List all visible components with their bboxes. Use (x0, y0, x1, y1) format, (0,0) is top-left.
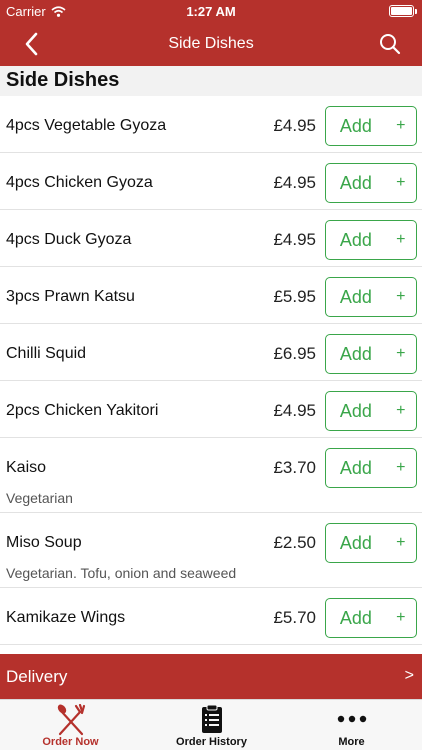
add-button-label: Add (339, 401, 372, 421)
item-price: £4.95 (273, 401, 316, 420)
delivery-label: Delivery (6, 667, 68, 686)
menu-item: 4pcs Vegetable Gyoza £4.95 Add + (0, 96, 422, 153)
section-title: Side Dishes (6, 69, 120, 91)
add-button-label: Add (339, 344, 372, 364)
item-name: 4pcs Duck Gyoza (6, 231, 132, 248)
add-button-label: Add (339, 458, 372, 478)
item-description: Vegetarian (6, 490, 73, 506)
navigation-bar: Side Dishes (0, 22, 422, 66)
menu-item: Miso Soup Vegetarian. Tofu, onion and se… (0, 513, 422, 588)
item-name: 2pcs Chicken Yakitori (6, 402, 159, 419)
item-name: Kamikaze Wings (6, 609, 126, 626)
status-time: 1:27 AM (186, 4, 236, 19)
item-price: £3.70 (273, 458, 316, 477)
plus-icon: + (396, 288, 406, 305)
plus-icon: + (396, 459, 406, 476)
item-name: 4pcs Chicken Gyoza (6, 174, 153, 191)
menu-item: 4pcs Duck Gyoza £4.95 Add + (0, 210, 422, 267)
add-button[interactable]: Add + (325, 391, 417, 431)
item-price: £5.95 (273, 287, 316, 306)
tab-more[interactable]: More (281, 700, 422, 750)
add-button[interactable]: Add + (325, 334, 417, 374)
menu-item: Kaiso Vegetarian £3.70 Add + (0, 438, 422, 513)
status-bar: Carrier 1:27 AM (0, 0, 422, 22)
item-price: £4.95 (273, 173, 316, 192)
menu-item: Chilli Squid £6.95 Add + (0, 324, 422, 381)
more-dots-icon (337, 715, 366, 723)
item-name: 4pcs Vegetable Gyoza (6, 117, 167, 134)
menu-list: 4pcs Vegetable Gyoza £4.95 Add + 4pcs Ch… (0, 96, 422, 645)
item-name: Miso Soup (6, 534, 82, 551)
item-name: 3pcs Prawn Katsu (6, 288, 135, 305)
fork-knife-icon (57, 704, 85, 736)
tab-label: Order History (176, 736, 247, 748)
plus-icon: + (396, 402, 406, 419)
tab-label: More (338, 736, 365, 748)
tab-order-now[interactable]: Order Now (0, 700, 141, 750)
item-price: £4.95 (273, 116, 316, 135)
add-button-label: Add (339, 230, 372, 250)
chevron-right-icon: > (404, 667, 414, 684)
section-header: Side Dishes (0, 66, 422, 96)
menu-item: Kamikaze Wings £5.70 Add + (0, 588, 422, 645)
add-button[interactable]: Add + (325, 523, 417, 563)
clipboard-icon (201, 704, 222, 733)
item-description: Vegetarian. Tofu, onion and seaweed (6, 565, 237, 581)
item-price: £4.95 (273, 230, 316, 249)
item-name: Kaiso (6, 459, 47, 476)
add-button-label: Add (339, 173, 372, 193)
add-button-label: Add (339, 116, 372, 136)
add-button[interactable]: Add + (325, 220, 417, 260)
item-name: Chilli Squid (6, 345, 87, 362)
add-button[interactable]: Add + (325, 598, 417, 638)
item-price: £5.70 (273, 608, 316, 627)
search-icon[interactable] (378, 32, 402, 56)
plus-icon: + (396, 117, 406, 134)
plus-icon: + (396, 231, 406, 248)
tab-bar: Order Now Order History More (0, 699, 422, 750)
add-button[interactable]: Add + (325, 163, 417, 203)
add-button-label: Add (339, 287, 372, 307)
plus-icon: + (396, 345, 406, 362)
nav-title: Side Dishes (168, 35, 254, 52)
item-price: £2.50 (273, 533, 316, 552)
delivery-bar[interactable]: Delivery > (0, 654, 422, 699)
menu-item: 2pcs Chicken Yakitori £4.95 Add + (0, 381, 422, 438)
add-button[interactable]: Add + (325, 277, 417, 317)
plus-icon: + (396, 534, 406, 551)
menu-item: 4pcs Chicken Gyoza £4.95 Add + (0, 153, 422, 210)
add-button[interactable]: Add + (325, 448, 417, 488)
tab-order-history[interactable]: Order History (141, 700, 282, 750)
tab-label: Order Now (42, 736, 99, 748)
menu-item: 3pcs Prawn Katsu £5.95 Add + (0, 267, 422, 324)
plus-icon: + (396, 174, 406, 191)
plus-icon: + (396, 609, 406, 626)
item-price: £6.95 (273, 344, 316, 363)
add-button[interactable]: Add + (325, 106, 417, 146)
add-button-label: Add (339, 533, 372, 553)
battery-icon (389, 5, 417, 17)
add-button-label: Add (339, 608, 372, 628)
